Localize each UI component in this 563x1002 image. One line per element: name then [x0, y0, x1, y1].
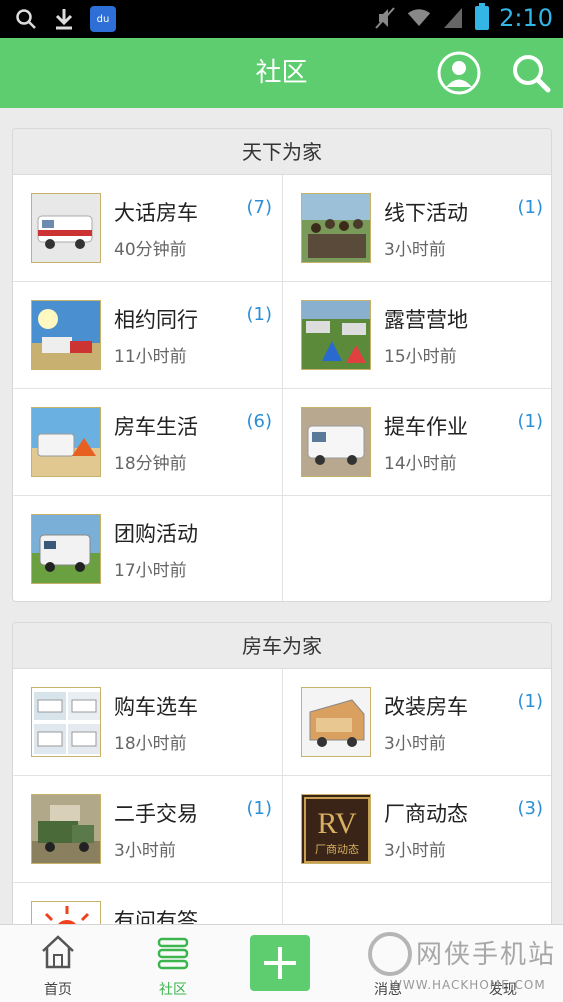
baidu-notification-icon: du: [90, 6, 116, 32]
forum-name: 二手交易: [114, 802, 198, 826]
forum-item-xianxia[interactable]: 线下活动 3小时前 (1): [283, 175, 551, 282]
forum-name: 厂商动态: [384, 802, 468, 826]
forum-thumbnail: [31, 794, 101, 864]
download-notification-icon: [52, 6, 76, 32]
forum-thumbnail: [301, 687, 371, 757]
mute-icon: [373, 5, 397, 31]
status-clock: 2:10: [499, 4, 553, 32]
forum-item-shenghuo[interactable]: 房车生活 18分钟前 (6): [13, 389, 283, 496]
forum-count: (1): [246, 304, 273, 325]
forum-name: 线下活动: [384, 201, 468, 225]
search-button[interactable]: [508, 50, 554, 96]
forum-item-gouche[interactable]: 购车选车 18小时前: [13, 669, 283, 776]
wifi-icon: [407, 5, 431, 31]
battery-icon: [475, 3, 490, 30]
forum-time: 3小时前: [114, 841, 176, 861]
watermark-url: WWW.HACKHOME.COM: [390, 978, 546, 992]
forum-count: (1): [246, 798, 273, 819]
forum-count: (3): [517, 798, 544, 819]
watermark-title: 网侠手机站: [416, 940, 557, 970]
forum-time: 18小时前: [114, 734, 187, 754]
section-tianxia: 天下为家 大话房车 40分钟前 (7) 线下活动 3小时前 (1) 相约同行 1…: [12, 128, 552, 602]
empty-cell: [283, 496, 551, 601]
search-notification-icon: [14, 6, 38, 32]
user-profile-button[interactable]: [436, 50, 482, 96]
forum-thumbnail: [301, 407, 371, 477]
forum-time: 11小时前: [114, 347, 187, 367]
rv-logo-subtext: 厂商动态: [315, 842, 359, 856]
post-button[interactable]: [250, 935, 310, 991]
forum-time: 40分钟前: [114, 240, 187, 260]
forum-thumbnail: [31, 193, 101, 263]
forum-name: 团购活动: [114, 522, 198, 546]
forum-time: 14小时前: [384, 454, 457, 474]
forum-name: 大话房车: [114, 201, 198, 225]
forum-thumbnail: [31, 514, 101, 584]
watermark-logo-icon: [368, 932, 412, 976]
section-fangche: 房车为家 购车选车 18小时前 改装房车 3小时前 (1) 二手交易 3小时前 …: [12, 622, 552, 952]
forum-thumbnail: [31, 407, 101, 477]
search-icon: [513, 55, 551, 93]
forum-item-gaizhuang[interactable]: 改装房车 3小时前 (1): [283, 669, 551, 776]
forum-name: 房车生活: [114, 415, 198, 439]
forum-name: 相约同行: [114, 308, 198, 332]
forum-name: 改装房车: [384, 695, 468, 719]
forum-time: 3小时前: [384, 240, 446, 260]
forum-name: 露营营地: [384, 308, 468, 332]
signal-icon: [441, 5, 465, 31]
forum-item-changshang[interactable]: RV 厂商动态 厂商动态 3小时前 (3): [283, 776, 551, 883]
forum-count: (6): [246, 411, 273, 432]
nav-home[interactable]: 首页: [2, 925, 114, 1002]
app-header: 社区: [0, 38, 563, 108]
nav-home-label: 首页: [44, 982, 72, 998]
forum-item-luying[interactable]: 露营营地 15小时前: [283, 282, 551, 389]
section-title: 房车为家: [13, 623, 551, 669]
forum-time: 17小时前: [114, 561, 187, 581]
forum-count: (1): [517, 691, 544, 712]
forum-time: 3小时前: [384, 734, 446, 754]
forum-thumbnail: [301, 300, 371, 370]
forum-item-tiche[interactable]: 提车作业 14小时前 (1): [283, 389, 551, 496]
forum-count: (1): [517, 411, 544, 432]
home-icon: [42, 935, 74, 969]
rv-logo-text: RV: [317, 807, 357, 840]
watermark: 网侠手机站 WWW.HACKHOME.COM: [366, 928, 563, 1000]
forum-item-xiangyue[interactable]: 相约同行 11小时前 (1): [13, 282, 283, 389]
forum-name: 提车作业: [384, 415, 468, 439]
nav-community-label: 社区: [159, 982, 187, 998]
user-icon: [437, 51, 481, 95]
forum-thumbnail: [31, 687, 101, 757]
nav-community[interactable]: 社区: [117, 925, 229, 1002]
forum-name: 购车选车: [114, 695, 198, 719]
section-title: 天下为家: [13, 129, 551, 175]
forum-time: 3小时前: [384, 841, 446, 861]
forum-item-tuangou[interactable]: 团购活动 17小时前: [13, 496, 283, 601]
forum-item-ershou[interactable]: 二手交易 3小时前 (1): [13, 776, 283, 883]
forum-item-dahua[interactable]: 大话房车 40分钟前 (7): [13, 175, 283, 282]
forum-count: (7): [246, 197, 273, 218]
forum-thumbnail: [301, 193, 371, 263]
forum-count: (1): [517, 197, 544, 218]
status-bar: du 2:10: [0, 0, 563, 38]
forum-thumbnail: [31, 300, 101, 370]
forum-thumbnail: RV 厂商动态: [301, 794, 371, 864]
forum-time: 18分钟前: [114, 454, 187, 474]
community-icon: [157, 937, 189, 970]
forum-time: 15小时前: [384, 347, 457, 367]
